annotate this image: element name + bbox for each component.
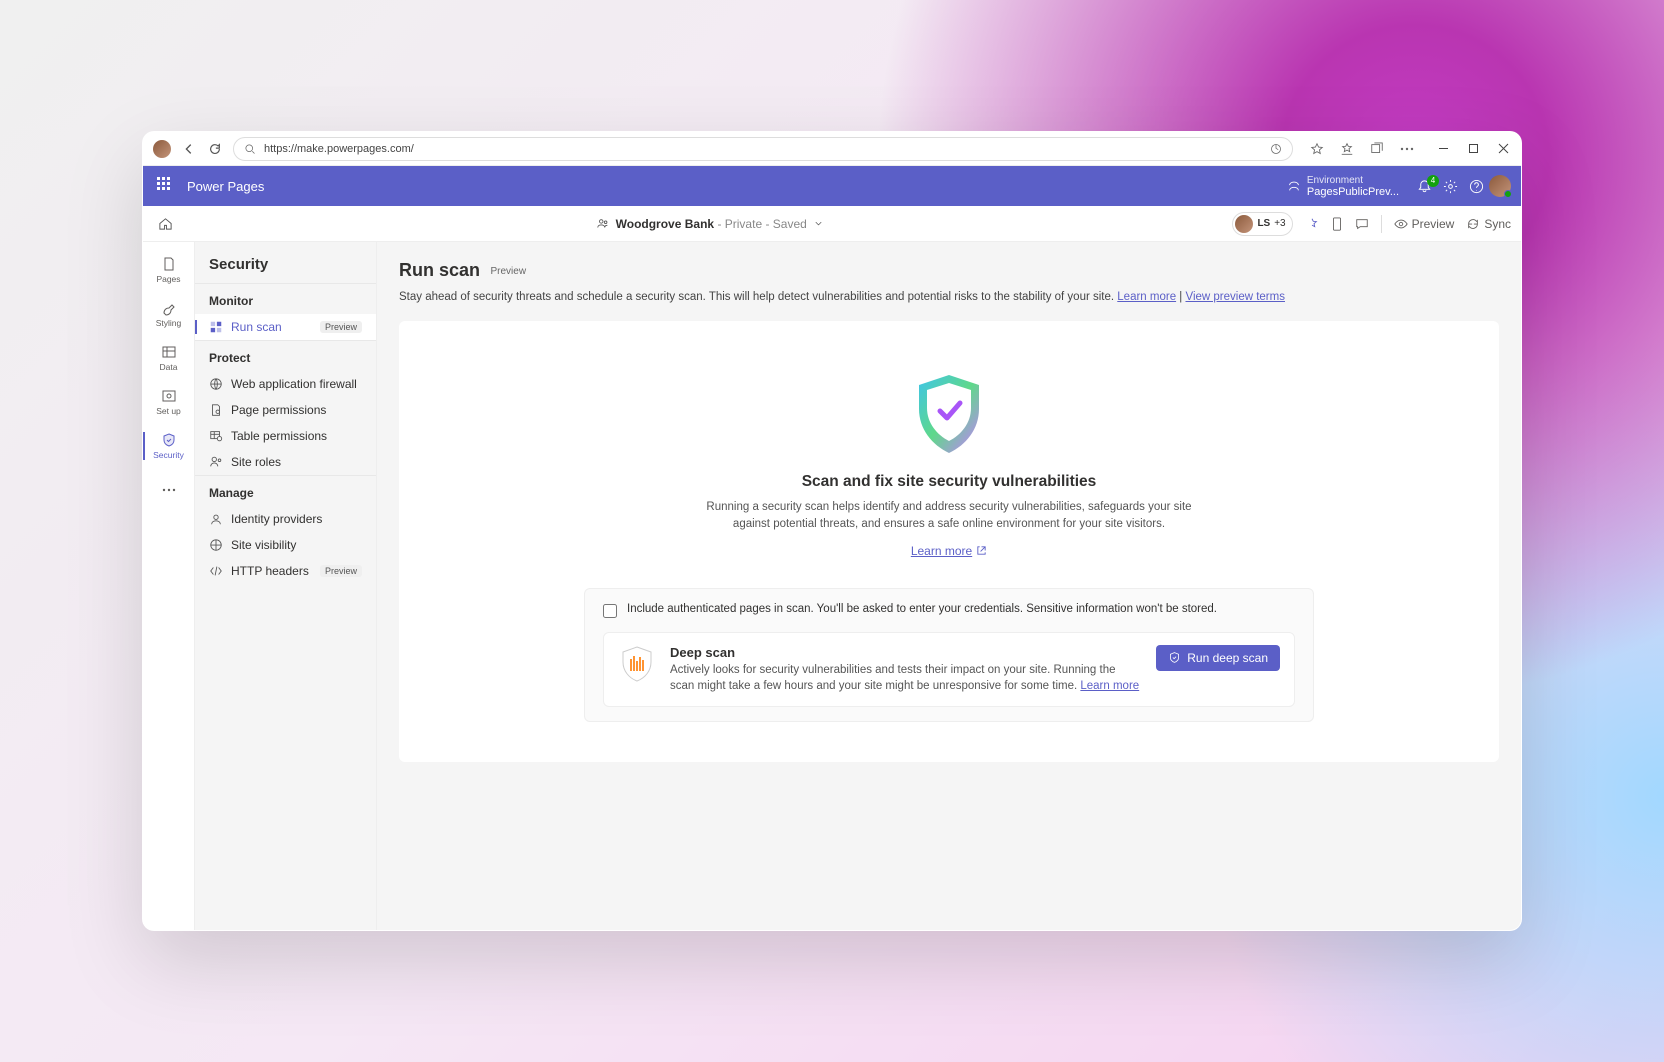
nav-visibility[interactable]: Site visibility	[195, 532, 376, 558]
environment-icon	[1287, 179, 1301, 193]
command-bar: Woodgrove Bank - Private - Saved LS +3 P…	[143, 206, 1521, 242]
security-nav: Security Monitor Run scan Preview Protec…	[195, 242, 377, 930]
hero-learn-more-link[interactable]: Learn more	[911, 544, 987, 558]
auth-pages-checkbox-row[interactable]: Include authenticated pages in scan. You…	[603, 603, 1295, 618]
deep-scan-row: Deep scan Actively looks for security vu…	[603, 632, 1295, 707]
help-icon[interactable]	[1463, 179, 1489, 194]
url-bar[interactable]: https://make.powerpages.com/	[233, 137, 1293, 161]
left-rail: Pages Styling Data Set up Security	[143, 242, 195, 930]
search-icon	[244, 143, 256, 155]
notifications-icon[interactable]: 4	[1411, 179, 1437, 194]
scan-card: Scan and fix site security vulnerabiliti…	[399, 321, 1499, 762]
auth-pages-checkbox[interactable]	[603, 604, 617, 618]
main-content: Run scan Preview Stay ahead of security …	[377, 242, 1521, 930]
collaborators-pill[interactable]: LS +3	[1232, 212, 1292, 236]
rail-setup[interactable]: Set up	[143, 380, 194, 424]
nav-headers[interactable]: HTTP headersPreview	[195, 558, 376, 584]
preview-badge: Preview	[490, 266, 526, 277]
external-link-icon	[976, 545, 987, 556]
nav-identity[interactable]: Identity providers	[195, 506, 376, 532]
refresh-icon[interactable]	[207, 141, 223, 157]
sync-button[interactable]: Sync	[1466, 217, 1511, 231]
deep-scan-desc: Actively looks for security vulnerabilit…	[670, 662, 1142, 694]
environment-picker[interactable]: Environment PagesPublicPrev...	[1287, 175, 1399, 198]
run-deep-scan-button[interactable]: Run deep scan	[1156, 645, 1280, 671]
nav-site-roles[interactable]: Site roles	[195, 449, 376, 475]
app-bar: Power Pages Environment PagesPublicPrev.…	[143, 166, 1521, 206]
presence-icon	[1504, 190, 1512, 198]
site-name[interactable]: Woodgrove Bank - Private - Saved	[616, 217, 807, 231]
site-info-icon[interactable]	[1270, 143, 1282, 155]
url-text: https://make.powerpages.com/	[264, 143, 414, 155]
preview-terms-link[interactable]: View preview terms	[1185, 291, 1285, 303]
close-icon[interactable]	[1495, 141, 1511, 157]
rail-data[interactable]: Data	[143, 336, 194, 380]
nav-run-scan[interactable]: Run scan Preview	[195, 314, 376, 340]
page-description: Stay ahead of security threats and sched…	[399, 291, 1499, 303]
home-icon[interactable]	[153, 216, 177, 231]
deep-learn-more-link[interactable]: Learn more	[1080, 680, 1139, 692]
scan-icon	[209, 320, 223, 334]
shield-hero-icon	[910, 371, 988, 457]
favorites-list-icon[interactable]	[1339, 141, 1355, 157]
rail-pages[interactable]: Pages	[143, 248, 194, 292]
avatar-icon	[1235, 215, 1253, 233]
mobile-icon[interactable]	[1331, 217, 1343, 231]
profile-avatar-icon[interactable]	[153, 140, 171, 158]
ellipsis-icon[interactable]	[1399, 141, 1415, 157]
waffle-icon[interactable]	[157, 177, 175, 195]
app-title: Power Pages	[187, 179, 264, 194]
page-title: Run scan	[399, 260, 480, 281]
learn-more-link[interactable]: Learn more	[1117, 291, 1176, 303]
deep-scan-title: Deep scan	[670, 645, 1142, 660]
chevron-down-icon[interactable]	[813, 218, 824, 229]
firewall-icon	[209, 377, 223, 391]
nav-table-perms[interactable]: Table permissions	[195, 423, 376, 449]
maximize-icon[interactable]	[1465, 141, 1481, 157]
secnav-title: Security	[195, 252, 376, 283]
app-window: https://make.powerpages.com/ Power Pages…	[142, 131, 1522, 931]
preview-button[interactable]: Preview	[1394, 217, 1455, 231]
back-icon[interactable]	[181, 141, 197, 157]
deep-scan-icon	[618, 645, 656, 683]
settings-icon[interactable]	[1437, 179, 1463, 194]
user-avatar[interactable]	[1489, 175, 1511, 197]
scan-options-box: Include authenticated pages in scan. You…	[584, 588, 1314, 722]
table-perm-icon	[209, 429, 223, 443]
minimize-icon[interactable]	[1435, 141, 1451, 157]
rail-styling[interactable]: Styling	[143, 292, 194, 336]
identity-icon	[209, 512, 223, 526]
feedback-icon[interactable]	[1305, 217, 1319, 231]
people-icon	[596, 217, 610, 231]
page-perm-icon	[209, 403, 223, 417]
hero-subtitle: Running a security scan helps identify a…	[689, 499, 1209, 534]
roles-icon	[209, 455, 223, 469]
nav-page-perms[interactable]: Page permissions	[195, 397, 376, 423]
rail-more[interactable]	[143, 468, 194, 512]
nav-waf[interactable]: Web application firewall	[195, 371, 376, 397]
browser-titlebar: https://make.powerpages.com/	[143, 132, 1521, 166]
shield-check-icon	[1168, 651, 1181, 664]
favorite-star-icon[interactable]	[1309, 141, 1325, 157]
hero-title: Scan and fix site security vulnerabiliti…	[802, 473, 1097, 491]
visibility-icon	[209, 538, 223, 552]
collections-icon[interactable]	[1369, 141, 1385, 157]
chat-icon[interactable]	[1355, 217, 1369, 231]
rail-security[interactable]: Security	[143, 424, 194, 468]
headers-icon	[209, 564, 223, 578]
